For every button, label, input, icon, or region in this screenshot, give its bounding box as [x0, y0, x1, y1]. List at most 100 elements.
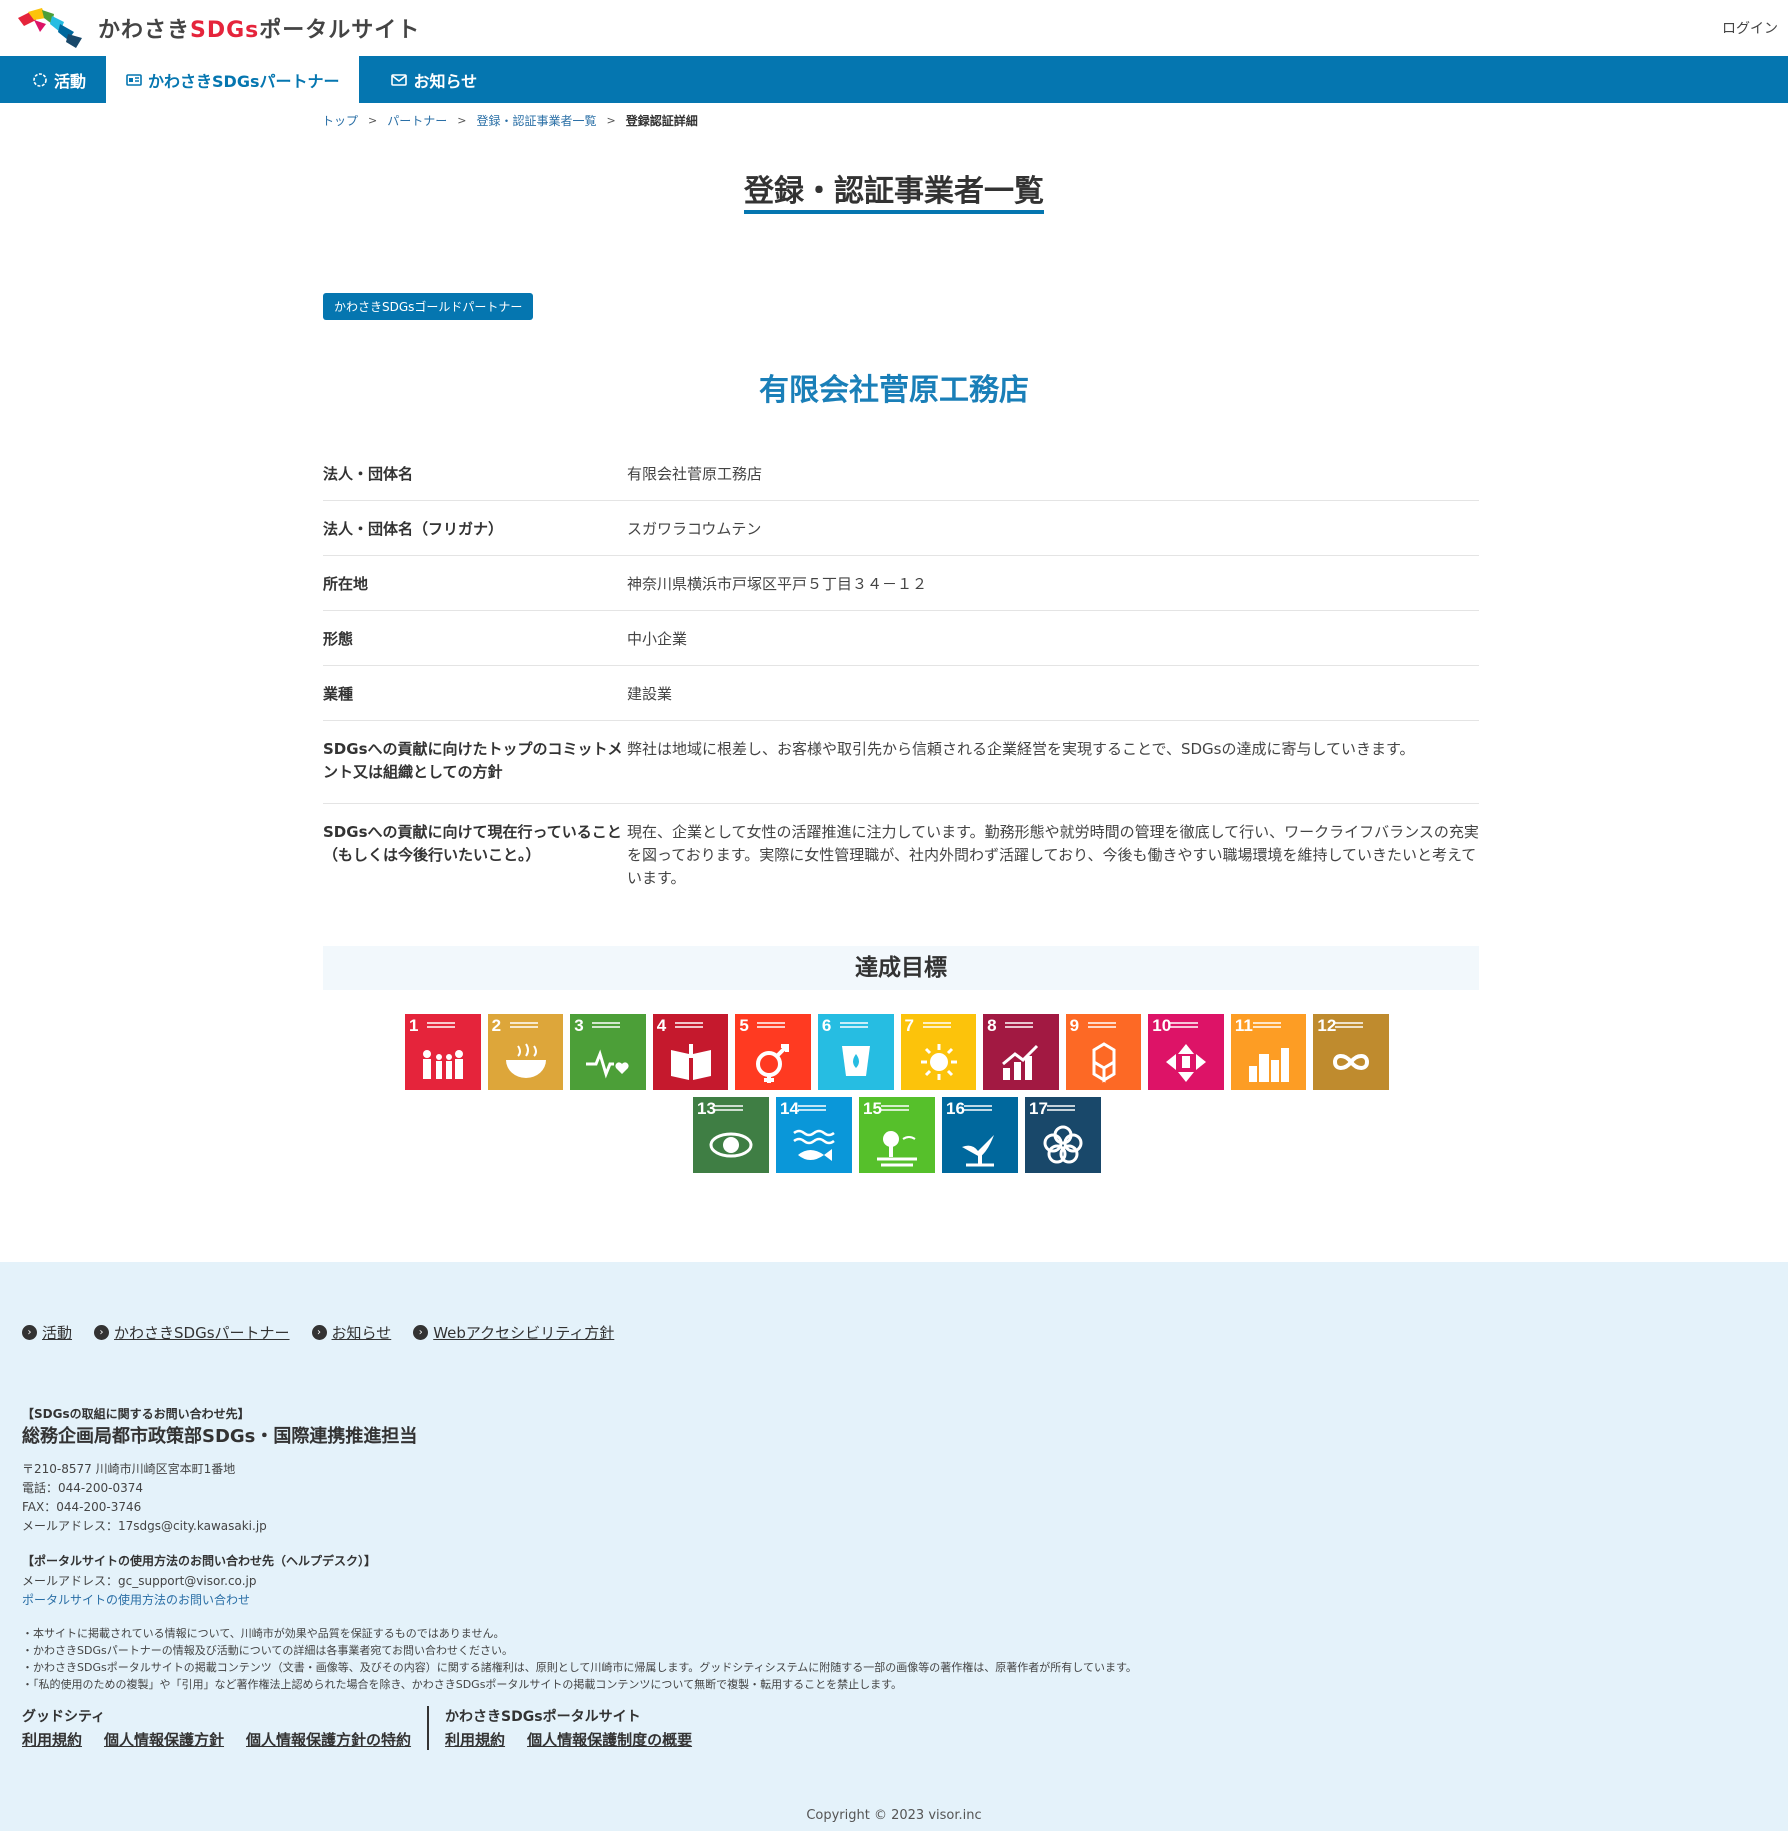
goal-number: 10	[1152, 1016, 1172, 1035]
legal-link[interactable]: 個人情報保護制度の概要	[527, 1729, 692, 1750]
sdg-goal-6[interactable]: 6	[817, 1014, 894, 1090]
legal-link[interactable]: 利用規約	[22, 1729, 82, 1750]
nav-item-activity[interactable]: 活動	[0, 56, 106, 103]
info-key: 業種	[323, 685, 354, 703]
info-key: 形態	[323, 630, 354, 648]
sdg-goal-5[interactable]: 5	[735, 1014, 811, 1090]
breadcrumb-top[interactable]: トップ	[322, 112, 358, 129]
footer-link-accessibility[interactable]: › Webアクセシビリティ方針	[413, 1322, 614, 1343]
chevron-right-icon: ›	[94, 1325, 110, 1340]
goal-number: 2	[491, 1016, 502, 1035]
goal-number: 9	[1069, 1016, 1080, 1035]
breadcrumb-list[interactable]: 登録・認証事業者一覧	[476, 112, 596, 129]
footer-link-activity[interactable]: › 活動	[22, 1322, 72, 1343]
info-key: 所在地	[323, 575, 369, 593]
helpdesk-heading: 【ポータルサイトの使用方法のお問い合わせ先（ヘルプデスク）】	[22, 1554, 377, 1568]
sdg-goal-4[interactable]: 4	[652, 1014, 729, 1090]
legal-group-goodcity: グッドシティ 利用規約 個人情報保護方針 個人情報保護方針の特約	[22, 1709, 412, 1750]
legal-link[interactable]: 利用規約	[445, 1729, 505, 1750]
sdg-goal-14[interactable]: 14	[776, 1097, 852, 1173]
nav-item-partner[interactable]: かわさきSDGsパートナー	[106, 56, 360, 103]
nav-item-label: 活動	[54, 71, 87, 91]
sdg-goal-17-icon	[1043, 1125, 1083, 1164]
goal-number: 7	[904, 1016, 914, 1035]
goal-row: 13 14 15 16 17	[405, 1097, 1389, 1173]
sdg-goal-8[interactable]: 8	[983, 1014, 1059, 1090]
info-row: SDGsへの貢献に向けて現在行っていること（もしくは今後行いたいこと。） 現在、企…	[323, 804, 1479, 909]
goal-number: 1	[409, 1016, 419, 1035]
sdg-goal-16-icon	[962, 1135, 994, 1167]
sdg-goal-13[interactable]: 13	[693, 1097, 769, 1173]
contact-heading: 【SDGsの取組に関するお問い合わせ先】	[22, 1407, 250, 1421]
sdg-goal-15[interactable]: 15	[859, 1097, 935, 1173]
contact-department: 総務企画局都市政策部SDGs・国際連携推進担当	[22, 1426, 418, 1447]
sdg-goals: 1 2 3 4 5 6 7 8 9 10 11 12 13 14 15 16 17	[405, 1014, 1389, 1180]
site-logo[interactable]: かわさきSDGsポータルサイト	[16, 6, 420, 50]
nav-item-news[interactable]: お知らせ	[359, 56, 497, 103]
contact-address: 〒210-8577 川崎市川崎区宮本町1番地 電話：044-200-0374 F…	[22, 1462, 267, 1533]
login-link[interactable]: ログイン	[1722, 18, 1778, 38]
info-row: SDGsへの貢献に向けたトップのコミットメント又は組織としての方針 弊社は地域に根…	[323, 721, 1479, 804]
info-value: 中小企業	[627, 630, 688, 648]
breadcrumb: トップ > パートナー > 登録・認証事業者一覧 > 登録認証詳細	[322, 112, 698, 129]
sdg-goal-2[interactable]: 2	[487, 1014, 564, 1090]
sdg-goal-7[interactable]: 7	[900, 1014, 977, 1090]
goal-number: 5	[739, 1016, 749, 1035]
goal-number: 12	[1317, 1016, 1337, 1035]
sdg-goal-16[interactable]: 16	[942, 1097, 1018, 1173]
info-row: 形態 中小企業	[323, 611, 1479, 666]
footer-link-partner[interactable]: › かわさきSDGsパートナー	[94, 1322, 290, 1343]
copyright: Copyright © 2023 visor.inc	[806, 1808, 982, 1823]
sdg-goal-12-icon	[1333, 1054, 1370, 1070]
sdg-goal-2-icon	[505, 1043, 546, 1078]
legal-links: グッドシティ 利用規約 個人情報保護方針 個人情報保護方針の特約 かわさきSDG…	[22, 1706, 708, 1750]
footer-nav: › 活動 › かわさきSDGsパートナー › お知らせ › Webアクセシビリティ方針	[22, 1322, 614, 1343]
info-value: 弊社は地域に根差し、お客様や取引先から信頼される企業経営を実現することで、SDG…	[627, 740, 1415, 758]
sdg-goal-11[interactable]: 11	[1230, 1014, 1307, 1090]
footer-link-news[interactable]: › お知らせ	[311, 1322, 391, 1343]
sdg-goal-7-icon	[920, 1044, 957, 1080]
sdg-goal-9[interactable]: 9	[1065, 1014, 1142, 1090]
logo-mark-icon	[18, 8, 82, 48]
helpdesk-info: メールアドレス：gc_support@visor.co.jp ポータルサイトの使…	[22, 1574, 257, 1607]
info-value: 現在、企業として女性の活躍推進に注力しています。勤務形態や就労時間の管理を徹底し…	[627, 823, 1479, 887]
legal-link[interactable]: 個人情報保護方針の特約	[246, 1729, 411, 1750]
info-value: 神奈川県横浜市戸塚区平戸５丁目３４－１２	[627, 575, 928, 593]
nav-item-label: かわさきSDGsパートナー	[148, 71, 340, 91]
goal-row: 1 2 3 4 5 6 7 8 9 10 11 12	[405, 1014, 1389, 1090]
goal-number: 6	[821, 1016, 832, 1035]
info-value: スガワラコウムテン	[627, 520, 762, 538]
sdg-goal-1[interactable]: 1	[405, 1014, 481, 1090]
info-key: 法人・団体名	[323, 465, 414, 483]
sdg-goal-12[interactable]: 12	[1313, 1014, 1389, 1090]
goal-number: 8	[987, 1016, 997, 1035]
sdg-goal-3[interactable]: 3	[570, 1014, 646, 1090]
sdg-goal-13-icon	[709, 1132, 753, 1158]
chevron-right-icon: ›	[22, 1325, 37, 1340]
goal-number: 3	[574, 1016, 584, 1035]
info-row: 法人・団体名 有限会社菅原工務店	[323, 446, 1479, 501]
breadcrumb-current: 登録認証詳細	[625, 114, 698, 128]
goal-number: 14	[780, 1099, 799, 1118]
helpdesk-link[interactable]: ポータルサイトの使用方法のお問い合わせ	[22, 1593, 250, 1607]
activity-icon	[33, 72, 47, 87]
chevron-right-icon: >	[457, 114, 467, 127]
company-name: 有限会社菅原工務店	[759, 373, 1029, 408]
goal-number: 15	[863, 1099, 882, 1118]
sdg-goal-5-icon	[756, 1044, 790, 1083]
sdg-goal-17[interactable]: 17	[1025, 1097, 1101, 1173]
info-row: 法人・団体名（フリガナ） スガワラコウムテン	[323, 501, 1479, 556]
chevron-right-icon: ›	[311, 1325, 327, 1340]
sdg-goal-10[interactable]: 10	[1148, 1014, 1224, 1090]
sdg-goal-3-icon	[586, 1049, 629, 1079]
breadcrumb-partner[interactable]: パートナー	[387, 112, 447, 129]
site-header: かわさきSDGsポータルサイト ログイン	[0, 0, 1788, 56]
sdg-goal-6-icon	[841, 1046, 870, 1076]
sdg-goal-9-icon	[1092, 1042, 1116, 1083]
info-value: 建設業	[627, 685, 673, 703]
legal-link[interactable]: 個人情報保護方針	[104, 1729, 224, 1750]
partner-badge: かわさきSDGsゴールドパートナー	[323, 293, 534, 320]
nav-item-label: お知らせ	[413, 71, 478, 91]
company-info-table: 法人・団体名 有限会社菅原工務店 法人・団体名（フリガナ） スガワラコウムテン 所在…	[323, 446, 1479, 909]
goal-number: 11	[1234, 1016, 1253, 1035]
